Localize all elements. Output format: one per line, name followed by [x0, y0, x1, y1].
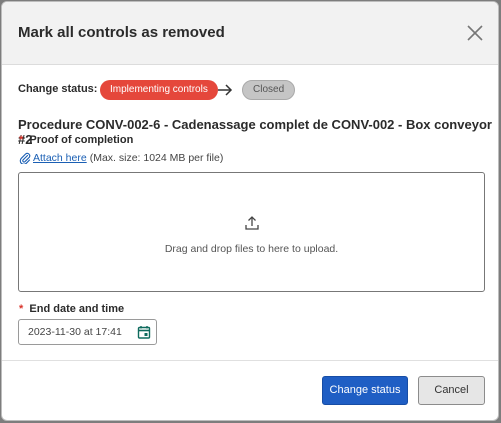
status-change-row: Change status: Implementing controls Clo…	[18, 80, 478, 100]
dropzone-text: Drag and drop files to here to upload.	[164, 243, 339, 255]
cancel-button[interactable]: Cancel	[418, 376, 485, 405]
max-size-hint: (Max. size: 1024 MB per file)	[89, 152, 224, 164]
proof-label: * Proof of completion	[19, 134, 133, 146]
mark-removed-dialog: Mark all controls as removed Change stat…	[1, 1, 499, 421]
change-status-button[interactable]: Change status	[322, 376, 408, 405]
footer-divider	[2, 360, 498, 361]
end-date-label-text: End date and time	[29, 303, 125, 315]
end-date-input[interactable]: 2023-11-30 at 17:41	[18, 319, 157, 345]
file-dropzone[interactable]: Drag and drop files to here to upload.	[18, 172, 485, 292]
paperclip-icon	[19, 152, 31, 164]
end-date-value: 2023-11-30 at 17:41	[28, 326, 122, 338]
status-to-badge: Closed	[242, 80, 296, 100]
attach-here-link[interactable]: Attach here	[33, 152, 87, 164]
arrow-right-icon	[218, 84, 233, 96]
calendar-icon[interactable]	[137, 325, 151, 339]
upload-icon	[245, 216, 259, 230]
dialog-header: Mark all controls as removed	[2, 2, 498, 65]
required-mark: *	[19, 134, 24, 146]
status-from-badge: Implementing controls	[100, 80, 218, 100]
close-button[interactable]	[464, 22, 486, 44]
dialog-title: Mark all controls as removed	[18, 24, 225, 41]
attach-row: Attach here (Max. size: 1024 MB per file…	[19, 152, 223, 164]
close-icon	[467, 25, 483, 41]
required-mark: *	[19, 303, 24, 315]
end-date-label: * End date and time	[19, 303, 124, 315]
status-label: Change status:	[18, 83, 98, 95]
proof-label-text: Proof of completion	[29, 134, 134, 146]
